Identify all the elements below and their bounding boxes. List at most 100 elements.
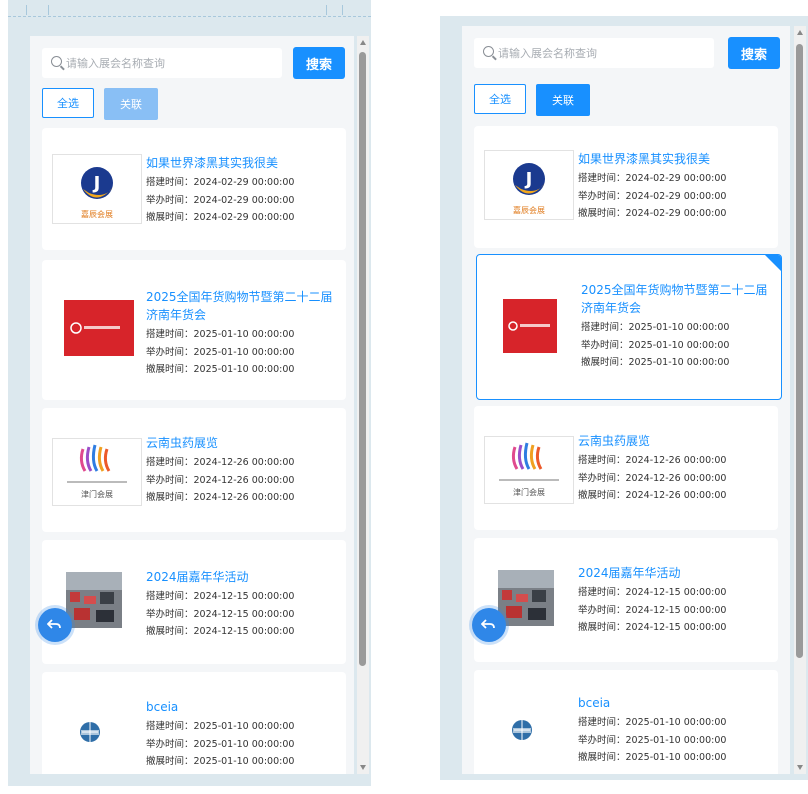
remove-time: 撤展时间：2025-01-10 00:00:00: [581, 357, 730, 368]
exhibition-logo: [510, 718, 534, 742]
exhibition-photo: [498, 570, 554, 626]
svg-text:J: J: [524, 169, 533, 190]
exhibition-title[interactable]: bceia: [578, 694, 770, 712]
search-icon: [483, 46, 494, 57]
search-button[interactable]: 搜索: [728, 37, 780, 69]
select-all-button[interactable]: 全选: [42, 88, 94, 118]
back-button[interactable]: [472, 608, 506, 642]
scrollbar-thumb[interactable]: [359, 52, 366, 666]
exhibition-title[interactable]: 2025全国年货购物节暨第二十二届济南年货会: [581, 281, 773, 317]
remove-time: 撤展时间：2024-12-15 00:00:00: [146, 626, 295, 637]
exhibition-info: 2025全国年货购物节暨第二十二届济南年货会 搭建时间：2025-01-10 0…: [146, 288, 338, 379]
remove-time: 撤展时间：2024-02-29 00:00:00: [578, 208, 727, 219]
exhibition-card[interactable]: 津门会展 云南虫药展览 搭建时间：2024-12-26 00:00:00 举办时…: [42, 408, 346, 532]
exhibition-title[interactable]: 2024届嘉年华活动: [578, 564, 770, 582]
exhibition-logo: J 嘉辰会展: [484, 150, 574, 220]
search-icon: [51, 56, 62, 67]
exhibition-title[interactable]: bceia: [146, 698, 338, 716]
exhibition-logo: [503, 299, 557, 353]
link-button[interactable]: 关联: [536, 84, 590, 116]
exhibition-card[interactable]: 2025全国年货购物节暨第二十二届济南年货会 搭建时间：2025-01-10 0…: [42, 260, 346, 400]
exhibition-title[interactable]: 云南虫药展览: [146, 434, 338, 452]
exhibition-title[interactable]: 如果世界漆黑其实我很美: [578, 150, 770, 168]
back-button[interactable]: [38, 608, 72, 642]
exhibition-info: 2024届嘉年华活动 搭建时间：2024-12-15 00:00:00 举办时间…: [146, 568, 338, 641]
build-time: 搭建时间：2024-12-26 00:00:00: [146, 457, 295, 468]
scroll-up-arrow-icon[interactable]: [797, 30, 803, 35]
exhibition-logo: [64, 300, 134, 356]
svg-text:J: J: [92, 173, 101, 194]
exhibition-card[interactable]: J 嘉辰会展 如果世界漆黑其实我很美 搭建时间：2024-02-29 00:00…: [42, 128, 346, 250]
hold-time: 举办时间：2025-01-10 00:00:00: [581, 339, 730, 351]
exhibition-title[interactable]: 2024届嘉年华活动: [146, 568, 338, 586]
exhibition-info: bceia 搭建时间：2025-01-10 00:00:00 举办时间：2025…: [578, 694, 770, 767]
right-panel: 搜索 全选 关联 J 嘉辰会展 如果世界漆黑其实我很美 搭建时间：2024-02…: [440, 16, 808, 780]
search-box[interactable]: [42, 48, 282, 78]
back-arrow-icon: [47, 619, 61, 629]
divider-tick: [342, 5, 343, 15]
link-button[interactable]: 关联: [104, 88, 158, 120]
build-time: 搭建时间：2025-01-10 00:00:00: [578, 717, 727, 728]
exhibition-list-container: 搜索 全选 关联 J 嘉辰会展 如果世界漆黑其实我很美 搭建时间：2024-02…: [30, 36, 354, 774]
scrollbar[interactable]: [794, 26, 806, 774]
search-input[interactable]: [498, 38, 708, 68]
svg-text:嘉辰会展: 嘉辰会展: [513, 205, 545, 215]
top-divider: [8, 0, 371, 17]
svg-text:嘉辰会展: 嘉辰会展: [81, 209, 113, 219]
scroll-down-arrow-icon[interactable]: [797, 765, 803, 770]
exhibition-info: bceia 搭建时间：2025-01-10 00:00:00 举办时间：2025…: [146, 698, 338, 771]
remove-time: 撤展时间：2024-02-29 00:00:00: [146, 212, 295, 223]
exhibition-card-selected[interactable]: 2025全国年货购物节暨第二十二届济南年货会 搭建时间：2025-01-10 0…: [476, 254, 782, 400]
hold-time: 举办时间：2025-01-10 00:00:00: [578, 734, 727, 746]
scrollbar[interactable]: [357, 36, 369, 774]
exhibition-card[interactable]: J 嘉辰会展 如果世界漆黑其实我很美 搭建时间：2024-02-29 00:00…: [474, 126, 778, 248]
hold-time: 举办时间：2024-12-15 00:00:00: [146, 608, 295, 620]
exhibition-logo: 津门会展: [52, 438, 142, 506]
build-time: 搭建时间：2025-01-10 00:00:00: [146, 329, 295, 340]
exhibition-card[interactable]: bceia 搭建时间：2025-01-10 00:00:00 举办时间：2025…: [42, 672, 346, 774]
hold-time: 举办时间：2024-12-26 00:00:00: [578, 472, 727, 484]
build-time: 搭建时间：2024-12-15 00:00:00: [146, 591, 295, 602]
exhibition-card[interactable]: 2024届嘉年华活动 搭建时间：2024-12-15 00:00:00 举办时间…: [42, 540, 346, 664]
remove-time: 撤展时间：2024-12-15 00:00:00: [578, 622, 727, 633]
scrollbar-thumb[interactable]: [796, 44, 803, 658]
divider-tick: [48, 5, 49, 15]
build-time: 搭建时间：2025-01-10 00:00:00: [146, 721, 295, 732]
divider-tick: [326, 5, 327, 15]
left-panel: 搜索 全选 关联 J 嘉辰会展 如果世界漆黑其实我很美 搭建时间：2024-02…: [8, 0, 371, 786]
exhibition-title[interactable]: 云南虫药展览: [578, 432, 770, 450]
hold-time: 举办时间：2025-01-10 00:00:00: [146, 738, 295, 750]
hold-time: 举办时间：2024-02-29 00:00:00: [146, 194, 295, 206]
exhibition-info: 云南虫药展览 搭建时间：2024-12-26 00:00:00 举办时间：202…: [146, 434, 338, 507]
remove-time: 撤展时间：2024-12-26 00:00:00: [578, 490, 727, 501]
remove-time: 撤展时间：2024-12-26 00:00:00: [146, 492, 295, 503]
hold-time: 举办时间：2025-01-10 00:00:00: [146, 346, 295, 358]
exhibition-info: 2024届嘉年华活动 搭建时间：2024-12-15 00:00:00 举办时间…: [578, 564, 770, 637]
exhibition-title[interactable]: 如果世界漆黑其实我很美: [146, 154, 338, 172]
select-all-button[interactable]: 全选: [474, 84, 526, 114]
divider-tick: [26, 5, 27, 15]
hold-time: 举办时间：2024-02-29 00:00:00: [578, 190, 727, 202]
remove-time: 撤展时间：2025-01-10 00:00:00: [146, 364, 295, 375]
svg-text:津门会展: 津门会展: [81, 489, 113, 499]
search-button[interactable]: 搜索: [293, 47, 345, 79]
search-input[interactable]: [66, 48, 276, 78]
exhibition-card[interactable]: 2024届嘉年华活动 搭建时间：2024-12-15 00:00:00 举办时间…: [474, 538, 778, 662]
exhibition-logo: 津门会展: [484, 436, 574, 504]
remove-time: 撤展时间：2025-01-10 00:00:00: [146, 756, 295, 767]
scroll-down-arrow-icon[interactable]: [360, 765, 366, 770]
exhibition-list-container: 搜索 全选 关联 J 嘉辰会展 如果世界漆黑其实我很美 搭建时间：2024-02…: [462, 26, 790, 774]
build-time: 搭建时间：2024-02-29 00:00:00: [146, 177, 295, 188]
build-time: 搭建时间：2024-12-15 00:00:00: [578, 587, 727, 598]
scroll-up-arrow-icon[interactable]: [360, 40, 366, 45]
exhibition-logo: J 嘉辰会展: [52, 154, 142, 224]
exhibition-card[interactable]: 津门会展 云南虫药展览 搭建时间：2024-12-26 00:00:00 举办时…: [474, 406, 778, 530]
exhibition-info: 云南虫药展览 搭建时间：2024-12-26 00:00:00 举办时间：202…: [578, 432, 770, 505]
exhibition-card[interactable]: bceia 搭建时间：2025-01-10 00:00:00 举办时间：2025…: [474, 670, 778, 774]
search-box[interactable]: [474, 38, 714, 68]
svg-text:津门会展: 津门会展: [513, 487, 545, 497]
exhibition-title[interactable]: 2025全国年货购物节暨第二十二届济南年货会: [146, 288, 338, 324]
build-time: 搭建时间：2024-12-26 00:00:00: [578, 455, 727, 466]
build-time: 搭建时间：2024-02-29 00:00:00: [578, 173, 727, 184]
selected-corner-marker: [765, 255, 781, 271]
